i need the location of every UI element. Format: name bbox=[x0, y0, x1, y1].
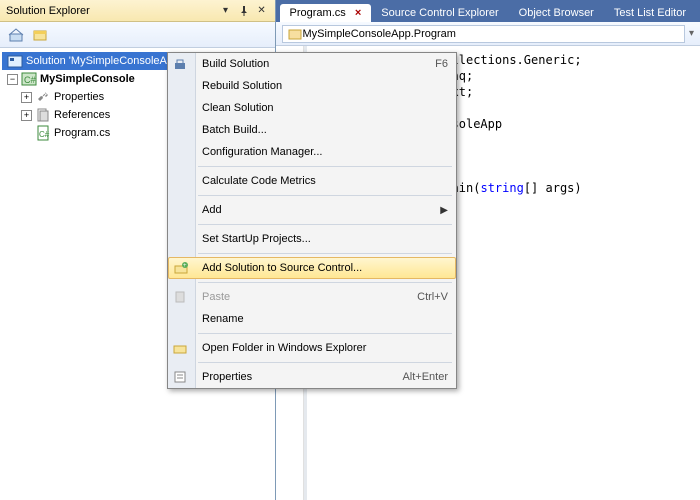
expand-icon[interactable]: + bbox=[21, 110, 32, 121]
dropdown-arrow-icon[interactable]: ▾ bbox=[689, 28, 694, 39]
menu-separator bbox=[198, 224, 452, 225]
menu-add[interactable]: Add▶ bbox=[168, 199, 456, 221]
type-dropdown[interactable]: MySimpleConsoleApp.Program bbox=[282, 25, 685, 43]
build-icon bbox=[173, 57, 191, 71]
close-icon[interactable]: ✕ bbox=[255, 4, 269, 18]
menu-rename[interactable]: Rename bbox=[168, 308, 456, 330]
menu-batch-build[interactable]: Batch Build... bbox=[168, 119, 456, 141]
menu-separator bbox=[198, 282, 452, 283]
menu-separator bbox=[198, 195, 452, 196]
class-icon bbox=[287, 26, 303, 42]
tab-test-list-editor[interactable]: Test List Editor bbox=[604, 4, 696, 22]
tree-project-label: MySimpleConsole bbox=[40, 73, 135, 85]
csharp-project-icon: C# bbox=[21, 71, 37, 87]
dropdown-icon[interactable]: ▾ bbox=[219, 4, 233, 18]
refresh-icon[interactable] bbox=[30, 25, 50, 45]
solution-explorer-header: Solution Explorer ▾ ✕ bbox=[0, 0, 275, 22]
source-control-icon: + bbox=[174, 261, 192, 275]
submenu-arrow-icon: ▶ bbox=[440, 205, 448, 216]
navigation-bar: MySimpleConsoleApp.Program ▾ bbox=[276, 22, 700, 46]
collapse-icon[interactable]: − bbox=[7, 74, 18, 85]
document-tabs: Program.cs × Source Control Explorer Obj… bbox=[276, 0, 700, 22]
csharp-file-icon: C# bbox=[35, 125, 51, 141]
menu-separator bbox=[198, 333, 452, 334]
svg-text:C#: C# bbox=[24, 75, 36, 85]
svg-text:+: + bbox=[183, 263, 187, 269]
tree-references-label: References bbox=[54, 109, 110, 121]
pin-icon[interactable] bbox=[237, 4, 251, 18]
menu-properties[interactable]: Properties Alt+Enter bbox=[168, 366, 456, 388]
tab-source-control-explorer[interactable]: Source Control Explorer bbox=[371, 4, 508, 22]
menu-paste: Paste Ctrl+V bbox=[168, 286, 456, 308]
solution-icon bbox=[7, 53, 23, 69]
menu-configuration-manager[interactable]: Configuration Manager... bbox=[168, 141, 456, 163]
properties-icon bbox=[173, 370, 191, 384]
menu-clean-solution[interactable]: Clean Solution bbox=[168, 97, 456, 119]
menu-rebuild-solution[interactable]: Rebuild Solution bbox=[168, 75, 456, 97]
tab-close-icon[interactable]: × bbox=[355, 7, 361, 19]
references-icon bbox=[35, 107, 51, 123]
solution-context-menu: Build Solution F6 Rebuild Solution Clean… bbox=[167, 52, 457, 389]
tab-label: Program.cs bbox=[290, 7, 346, 19]
tree-programcs-label: Program.cs bbox=[54, 127, 110, 139]
wrench-icon bbox=[35, 89, 51, 105]
menu-separator bbox=[198, 166, 452, 167]
breadcrumb-label: MySimpleConsoleApp.Program bbox=[303, 28, 456, 40]
expand-icon[interactable]: + bbox=[21, 92, 32, 103]
tab-programcs[interactable]: Program.cs × bbox=[280, 4, 372, 22]
folder-icon bbox=[173, 341, 191, 355]
solution-explorer-title: Solution Explorer bbox=[6, 5, 215, 17]
menu-separator bbox=[198, 362, 452, 363]
paste-icon bbox=[173, 290, 191, 304]
menu-open-folder[interactable]: Open Folder in Windows Explorer bbox=[168, 337, 456, 359]
menu-build-solution[interactable]: Build Solution F6 bbox=[168, 53, 456, 75]
menu-separator bbox=[198, 253, 452, 254]
tab-object-browser[interactable]: Object Browser bbox=[509, 4, 604, 22]
solution-explorer-toolbar bbox=[0, 22, 275, 48]
menu-add-source-control[interactable]: + Add Solution to Source Control... bbox=[168, 257, 456, 279]
home-icon[interactable] bbox=[6, 25, 26, 45]
svg-text:C#: C# bbox=[39, 130, 50, 139]
tree-properties-label: Properties bbox=[54, 91, 104, 103]
menu-code-metrics[interactable]: Calculate Code Metrics bbox=[168, 170, 456, 192]
menu-set-startup-projects[interactable]: Set StartUp Projects... bbox=[168, 228, 456, 250]
